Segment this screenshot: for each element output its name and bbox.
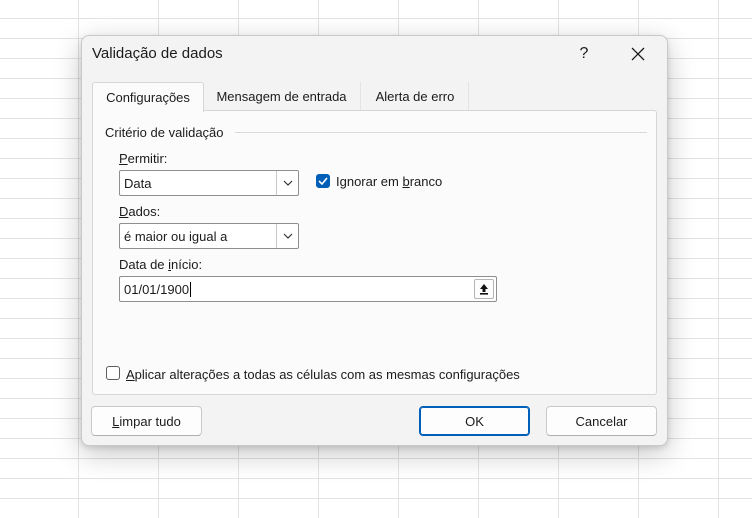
apply-all-checkbox[interactable] xyxy=(106,366,120,380)
allow-select-value: Data xyxy=(124,175,152,191)
ignore-blank-label[interactable]: Ignorar em branco xyxy=(336,174,442,189)
start-date-label: Data de início: xyxy=(119,257,203,272)
text-caret xyxy=(190,281,192,297)
close-button[interactable] xyxy=(622,39,654,69)
help-label: ? xyxy=(579,45,589,62)
collapse-dialog-button[interactable] xyxy=(474,279,494,299)
clear-all-button[interactable]: Limpar tudo xyxy=(91,406,202,436)
group-divider xyxy=(235,132,647,133)
data-validation-dialog: Validação de dados ? Configurações Mensa… xyxy=(81,35,668,446)
ignore-blank-checkbox[interactable] xyxy=(316,174,330,188)
collapse-dialog-icon xyxy=(480,284,488,295)
data-label: Dados: xyxy=(119,204,161,219)
allow-select[interactable]: Data xyxy=(119,170,299,196)
start-date-input[interactable]: 01/01/1900 xyxy=(119,276,497,302)
ok-button[interactable]: OK xyxy=(419,406,530,436)
settings-panel: Critério de validação Permitir: Data Ign… xyxy=(92,110,657,395)
data-operator-select[interactable]: é maior ou igual a xyxy=(119,223,299,249)
dialog-title: Validação de dados xyxy=(92,45,223,62)
cancel-button[interactable]: Cancelar xyxy=(546,406,657,436)
apply-all-label[interactable]: Aplicar alterações a todas as células co… xyxy=(126,367,520,382)
data-operator-dropdown-button[interactable] xyxy=(276,224,298,248)
allow-label: Permitir: xyxy=(119,151,168,166)
chevron-down-icon xyxy=(283,233,292,239)
help-button[interactable]: ? xyxy=(568,39,600,69)
tab-error-alert[interactable]: Alerta de erro xyxy=(362,82,469,110)
data-operator-value: é maior ou igual a xyxy=(124,228,228,244)
close-icon xyxy=(631,47,645,61)
tab-input-message[interactable]: Mensagem de entrada xyxy=(203,82,361,110)
chevron-down-icon xyxy=(283,180,292,186)
checkmark-icon xyxy=(318,177,328,185)
start-date-value: 01/01/1900 xyxy=(124,281,190,297)
validation-criteria-label: Critério de validação xyxy=(105,125,224,140)
tab-settings[interactable]: Configurações xyxy=(92,82,204,112)
allow-dropdown-button[interactable] xyxy=(276,171,298,195)
